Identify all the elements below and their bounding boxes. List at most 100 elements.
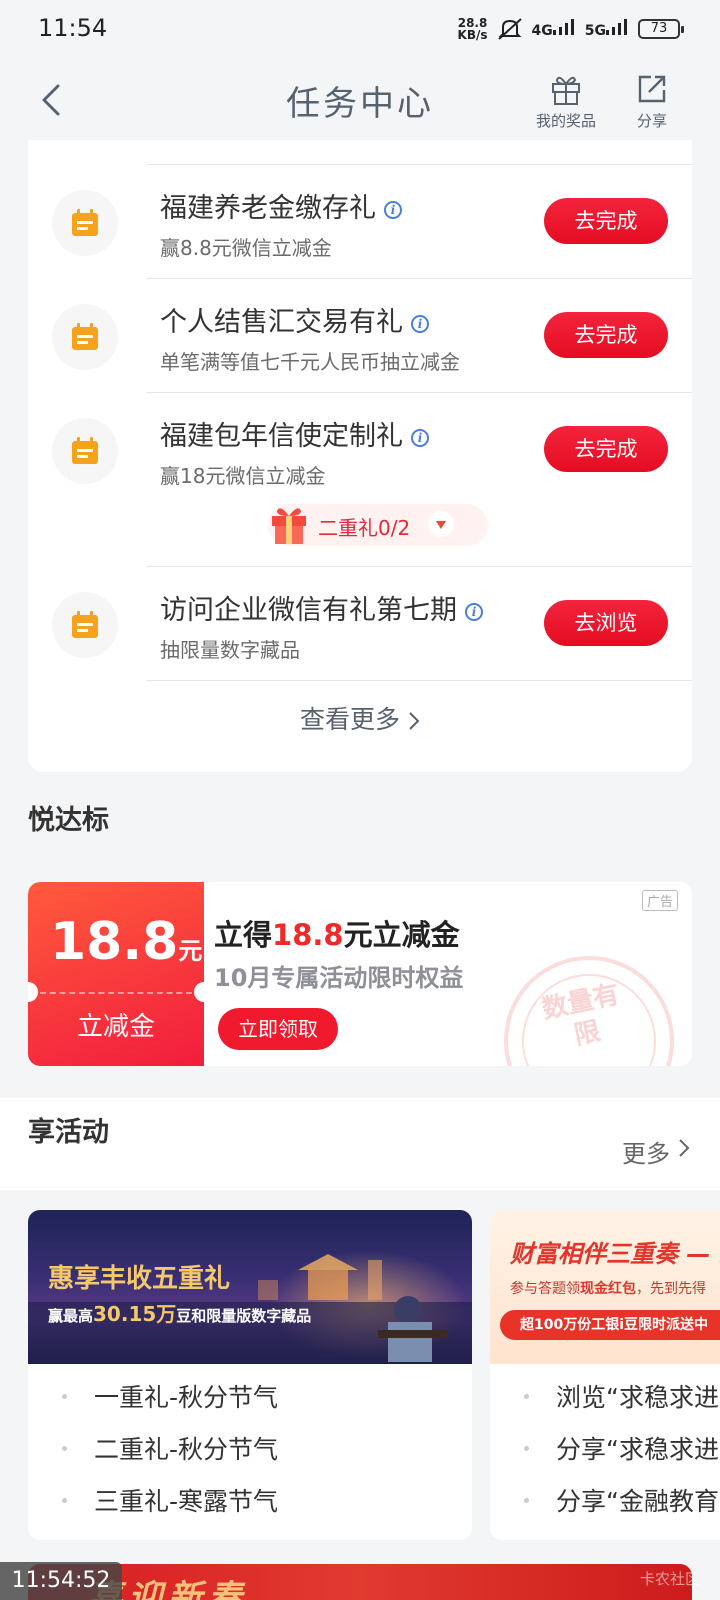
calendar-icon — [52, 418, 118, 484]
activities-section: 享活动 更多 惠享丰收五重礼 赢最高30.15万豆和限量版数字藏品 一重礼-秋分… — [0, 1098, 720, 1600]
arrow-down-icon — [428, 511, 454, 537]
activity-banner-sub: 参与答题领现金红包，先到先得 — [510, 1278, 706, 1298]
activity-banner-title: 财富相伴三重奏 — 二 — [510, 1240, 720, 1268]
task-row[interactable]: 访问企业微信有礼第七期 i 抽限量数字藏品 去浏览 — [28, 566, 692, 682]
task-name: 福建养老金缴存礼 i — [160, 186, 402, 225]
section-title-activities: 享活动 — [28, 1117, 109, 1148]
share-icon — [638, 75, 666, 103]
chevron-right-icon[interactable] — [678, 1138, 690, 1158]
coupon: 18.8元 立减金 — [28, 882, 214, 1066]
status-time: 11:54 — [38, 14, 108, 42]
task-action-button[interactable]: 去完成 — [544, 426, 668, 472]
task-name-text: 个人结售汇交易有礼 — [160, 307, 403, 338]
ad-headline-prefix: 立得 — [214, 918, 273, 952]
coupon-amount: 18.8元 — [50, 912, 202, 972]
info-icon[interactable]: i — [384, 200, 402, 219]
task-name-text: 访问企业微信有礼第七期 — [160, 595, 457, 626]
signal-4g-label: 4G — [531, 23, 553, 39]
list-item-label: 分享“金融教育 — [556, 1487, 719, 1516]
task-name-text: 福建养老金缴存礼 — [160, 193, 376, 224]
banner-sub-amount: 30.15万 — [93, 1302, 177, 1326]
coupon-unit: 元 — [178, 937, 203, 965]
banner-sub-prefix: 赢最高 — [48, 1307, 94, 1325]
activities-more-link[interactable]: 更多 — [622, 1134, 670, 1169]
coupon-label: 立减金 — [76, 1012, 155, 1042]
banner-sub-suffix: 豆和限量版数字藏品 — [176, 1307, 312, 1325]
activity-banner-sub: 赢最高30.15万豆和限量版数字藏品 — [48, 1298, 311, 1327]
activity-card[interactable]: 财富相伴三重奏 — 二 参与答题领现金红包，先到先得 超100万份工银i豆限时派… — [490, 1210, 720, 1540]
status-bar: 11:54 28.8 KB/s 4G 5G 73 — [0, 0, 720, 60]
task-action-button[interactable]: 去完成 — [544, 312, 668, 358]
signal-5g-label: 5G — [584, 23, 606, 39]
divider — [146, 164, 692, 165]
section-title-yuedabiao: 悦达标 — [28, 805, 109, 836]
list-item-label: 二重礼-秋分节气 — [94, 1435, 279, 1464]
activity-banner[interactable]: 财富相伴三重奏 — 二 参与答题领现金红包，先到先得 超100万份工银i豆限时派… — [490, 1210, 720, 1364]
task-desc: 抽限量数字藏品 — [160, 638, 300, 662]
calendar-icon — [52, 592, 118, 658]
activity-banner[interactable]: 惠享丰收五重礼 赢最高30.15万豆和限量版数字藏品 — [28, 1210, 472, 1364]
calendar-icon — [52, 304, 118, 370]
ad-headline-amount: 18.8 — [272, 918, 344, 952]
banner-sub-suffix: ，先到先得 — [636, 1281, 706, 1297]
share-button[interactable]: 分享 — [612, 72, 692, 131]
list-item-label: 浏览“求稳求进 — [556, 1383, 719, 1412]
task-name: 福建包年信使定制礼 i — [160, 414, 429, 453]
coupon-amount-value: 18.8 — [50, 912, 179, 972]
bottom-promo-banner[interactable]: 喜迎新春 — [28, 1564, 692, 1600]
task-action-button[interactable]: 去完成 — [544, 198, 668, 244]
task-list-card: 福建养老金缴存礼 i 赢8.8元微信立减金 去完成 个人结售汇交易有礼 i 单笔满等… — [28, 140, 692, 772]
task-desc: 赢18元微信立减金 — [160, 464, 326, 488]
mute-icon — [497, 18, 522, 40]
list-item[interactable]: 三重礼-寒露节气 — [61, 1482, 279, 1518]
signal-4g-icon: 4G — [532, 19, 577, 39]
second-gift-toggle[interactable]: 二重礼0/2 — [268, 504, 488, 546]
banner-sub-highlight: 现金红包 — [580, 1281, 636, 1297]
see-more-link[interactable]: 查看更多 — [28, 700, 692, 736]
net-speed-unit: KB/s — [457, 28, 488, 42]
list-item[interactable]: 一重礼-秋分节气 — [61, 1378, 279, 1414]
list-item[interactable]: 浏览“求稳求进 — [524, 1378, 719, 1414]
activity-banner-strip: 超100万份工银i豆限时派送中 — [500, 1310, 720, 1340]
info-icon[interactable]: i — [465, 602, 483, 621]
claim-now-button[interactable]: 立即领取 — [218, 1008, 338, 1050]
activity-card[interactable]: 惠享丰收五重礼 赢最高30.15万豆和限量版数字藏品 一重礼-秋分节气 二重礼-… — [28, 1210, 472, 1540]
task-row[interactable]: 个人结售汇交易有礼 i 单笔满等值七千元人民币抽立减金 去完成 — [28, 278, 692, 394]
ad-headline-suffix: 元立减金 — [343, 918, 460, 952]
ad-card[interactable]: 18.8元 立减金 数量有限 广告 立得18.8元立减金 10月专属活动限时权益… — [28, 882, 692, 1066]
gift-icon — [552, 76, 580, 105]
divider — [146, 680, 692, 681]
info-icon[interactable]: i — [411, 314, 429, 333]
chevron-right-icon — [409, 712, 420, 730]
net-speed: 28.8 KB/s — [458, 17, 488, 41]
ad-headline: 立得18.8元立减金 — [214, 912, 460, 954]
task-desc: 单笔满等值七千元人民币抽立减金 — [160, 350, 460, 374]
activity-banner-title: 惠享丰收五重礼 — [48, 1264, 231, 1294]
divider — [146, 392, 692, 393]
my-prizes-label: 我的奖品 — [535, 112, 596, 130]
divider — [146, 278, 692, 279]
task-row[interactable]: 福建养老金缴存礼 i 赢8.8元微信立减金 去完成 — [28, 164, 692, 280]
task-row[interactable]: 福建包年信使定制礼 i 赢18元微信立减金 去完成 — [28, 392, 692, 508]
signal-5g-icon: 5G — [585, 19, 630, 39]
banner-sub-prefix: 参与答题领 — [510, 1281, 580, 1297]
info-icon[interactable]: i — [411, 428, 429, 447]
see-more-label: 查看更多 — [300, 705, 401, 734]
share-label: 分享 — [636, 112, 667, 130]
my-prizes-button[interactable]: 我的奖品 — [526, 72, 606, 131]
red-gift-icon — [272, 508, 306, 544]
coupon-notch — [28, 982, 38, 1002]
battery-icon: 73 — [638, 19, 684, 39]
task-action-button[interactable]: 去浏览 — [544, 600, 668, 646]
list-item[interactable]: 二重礼-秋分节气 — [61, 1430, 279, 1466]
second-gift-label: 二重礼0/2 — [318, 516, 411, 540]
ad-subline: 10月专属活动限时权益 — [214, 964, 464, 992]
list-item[interactable]: 分享“求稳求进 — [524, 1430, 719, 1466]
limited-stamp: 数量有限 — [504, 956, 674, 1066]
list-item-label: 三重礼-寒露节气 — [94, 1487, 279, 1516]
top-nav-bar: 任务中心 我的奖品 分享 — [0, 60, 720, 140]
list-item[interactable]: 分享“金融教育 — [524, 1482, 719, 1518]
watermark: 卡农社区 — [639, 1570, 700, 1588]
divider — [146, 566, 692, 567]
list-item-label: 一重礼-秋分节气 — [94, 1383, 279, 1412]
